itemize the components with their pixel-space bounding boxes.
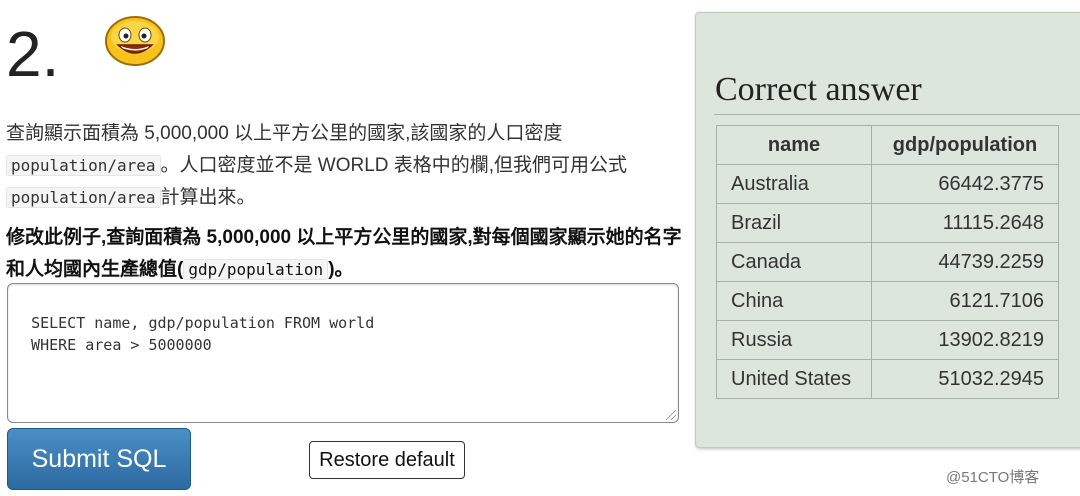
cell-name: Australia	[716, 164, 872, 204]
cell-value: 13902.8219	[871, 320, 1059, 360]
divider	[714, 114, 1080, 115]
task-text: )。	[328, 259, 354, 280]
cell-name: Canada	[716, 242, 872, 282]
description-text: 。人口密度並不是 WORLD 表格中的欄,但我們可用公式	[160, 155, 628, 176]
cell-name: Russia	[716, 320, 872, 360]
correct-answer-panel: Correct answer name gdp/population Austr…	[695, 12, 1080, 448]
description-text: 計算出來。	[160, 187, 256, 208]
column-header-name: name	[716, 125, 872, 165]
cell-value: 66442.3775	[871, 164, 1059, 204]
inline-code: gdp/population	[183, 259, 329, 280]
cell-value: 51032.2945	[871, 359, 1059, 399]
table-row: Australia 66442.3775	[716, 164, 1059, 204]
cell-value: 44739.2259	[871, 242, 1059, 282]
cell-name: China	[716, 281, 872, 321]
column-header-gdp-population: gdp/population	[871, 125, 1059, 165]
cell-value: 6121.7106	[871, 281, 1059, 321]
inline-code: population/area	[6, 155, 161, 176]
resize-grip-icon[interactable]	[666, 410, 676, 420]
sql-editor-content[interactable]: SELECT name, gdp/population FROM world W…	[13, 314, 374, 354]
smiley-face-icon	[105, 16, 165, 66]
table-row: China 6121.7106	[716, 281, 1059, 321]
cell-value: 11115.2648	[871, 203, 1059, 243]
table-row: Brazil 11115.2648	[716, 203, 1059, 243]
watermark: @51CTO博客	[946, 469, 1040, 486]
answer-title: Correct answer	[715, 71, 922, 108]
cell-name: Brazil	[716, 203, 872, 243]
sql-editor[interactable]: SELECT name, gdp/population FROM world W…	[7, 283, 679, 423]
table-header-row: name gdp/population	[716, 125, 1059, 165]
inline-code: population/area	[6, 187, 161, 208]
cell-name: United States	[716, 359, 872, 399]
question-description: 查詢顯示面積為 5,000,000 以上平方公里的國家,該國家的人口密度 pop…	[6, 118, 686, 214]
question-number: 2.	[6, 18, 60, 90]
restore-default-button[interactable]: Restore default	[309, 441, 465, 479]
submit-sql-button[interactable]: Submit SQL	[7, 428, 191, 490]
table-row: Russia 13902.8219	[716, 320, 1059, 360]
task-instruction: 修改此例子,查詢面積為 5,000,000 以上平方公里的國家,對每個國家顯示她…	[6, 222, 686, 286]
table-row: Canada 44739.2259	[716, 242, 1059, 282]
description-text: 查詢顯示面積為 5,000,000 以上平方公里的國家,該國家的人口密度	[6, 123, 563, 144]
result-table: name gdp/population Australia 66442.3775…	[716, 125, 1059, 399]
table-row: United States 51032.2945	[716, 359, 1059, 399]
